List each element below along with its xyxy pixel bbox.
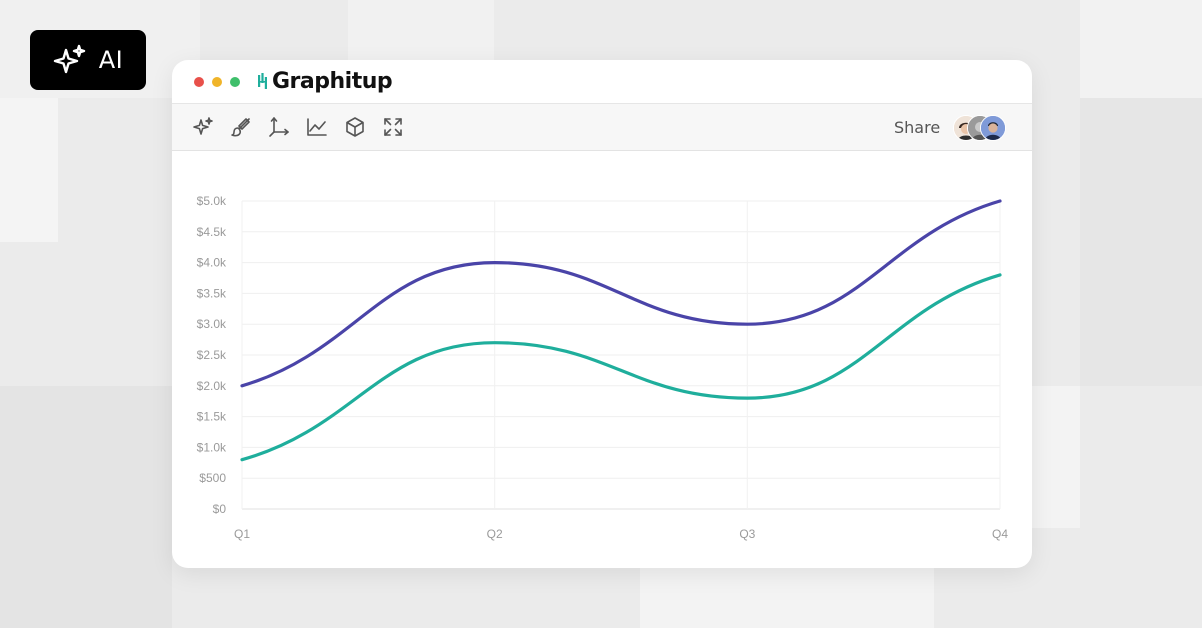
cube-icon[interactable] xyxy=(344,116,366,138)
sparkles-icon[interactable] xyxy=(192,116,214,138)
y-tick-label: $1.5k xyxy=(197,410,227,424)
y-tick-label: $0 xyxy=(213,502,227,516)
x-tick-label: Q1 xyxy=(234,527,250,541)
share-button[interactable]: Share xyxy=(894,118,940,137)
maximize-window-button[interactable] xyxy=(230,77,240,87)
y-tick-label: $1.0k xyxy=(197,440,227,454)
background-tile xyxy=(640,568,934,628)
x-tick-label: Q2 xyxy=(487,527,503,541)
toolbar: Share xyxy=(172,104,1032,151)
series-lines xyxy=(240,199,1002,462)
background-tile xyxy=(0,386,172,628)
y-tick-label: $3.5k xyxy=(197,286,227,300)
title-bar: Graphitup xyxy=(172,60,1032,104)
app-logo: Graphitup xyxy=(258,69,393,94)
background-tile xyxy=(1080,0,1202,98)
line-chart: $0 $500 $1.0k $1.5k $2.0k $2.5k $3.0k $3.5k $4.0… xyxy=(197,194,1009,541)
sparkles-icon xyxy=(53,44,85,74)
y-tick-label: $5.0k xyxy=(197,194,227,208)
paintbrush-icon[interactable] xyxy=(230,116,252,138)
y-tick-label: $2.5k xyxy=(197,348,227,362)
background-tile xyxy=(1080,98,1202,386)
background-tile xyxy=(348,0,494,60)
ai-badge-label: AI xyxy=(98,46,124,74)
background-tile xyxy=(0,98,58,242)
y-tick-label: $500 xyxy=(199,471,226,485)
expand-icon[interactable] xyxy=(382,116,404,138)
graphitup-logo-icon xyxy=(258,72,267,89)
background-tile xyxy=(1032,386,1080,528)
avatar-portrait xyxy=(981,116,1005,140)
x-tick-label: Q4 xyxy=(992,527,1008,541)
y-tick-label: $4.5k xyxy=(197,225,227,239)
app-window: Graphitup Share $0 $500 $1.0k $1.5k $2.0… xyxy=(172,60,1032,568)
avatar[interactable] xyxy=(980,115,1006,141)
y-axis-tick-labels: $0 $500 $1.0k $1.5k $2.0k $2.5k $3.0k $3.5k $4.0… xyxy=(197,194,227,516)
x-tick-label: Q3 xyxy=(739,527,755,541)
axes-icon[interactable] xyxy=(268,116,290,138)
y-tick-label: $4.0k xyxy=(197,256,227,270)
app-name: Graphitup xyxy=(272,69,393,94)
line-chart-icon[interactable] xyxy=(306,116,328,138)
x-axis-tick-labels: Q1 Q2 Q3 Q4 xyxy=(234,527,1008,541)
minimize-window-button[interactable] xyxy=(212,77,222,87)
series-line xyxy=(240,273,1002,462)
close-window-button[interactable] xyxy=(194,77,204,87)
ai-badge[interactable]: AI xyxy=(30,30,146,90)
y-tick-label: $2.0k xyxy=(197,379,227,393)
y-tick-label: $3.0k xyxy=(197,317,227,331)
horizontal-gridlines xyxy=(242,200,1000,510)
